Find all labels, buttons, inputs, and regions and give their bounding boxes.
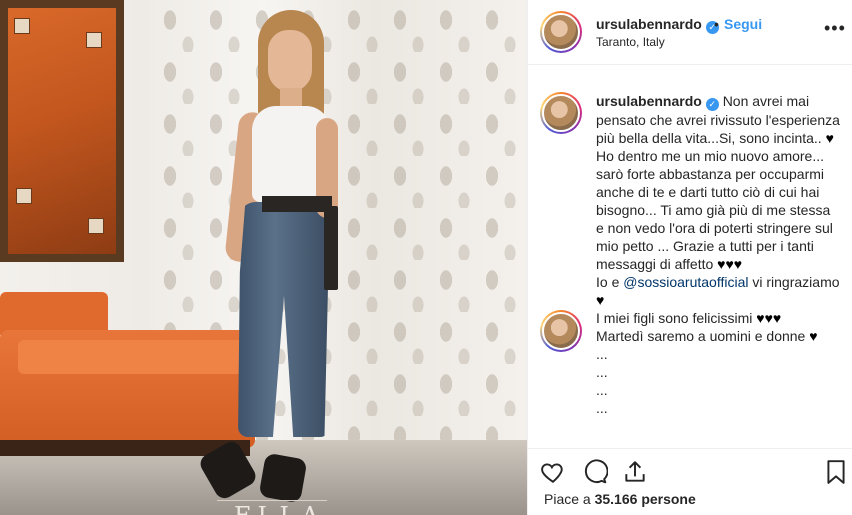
comments-section[interactable]: ursulabennardo ✓ Non avrei mai pensato ch… bbox=[528, 66, 852, 444]
caption-dots: ... bbox=[596, 364, 608, 380]
post-side-panel: ursulabennardo ✓ • Segui Taranto, Italy •… bbox=[527, 0, 852, 515]
bookmark-icon[interactable] bbox=[823, 459, 849, 485]
caption-dots: ... bbox=[596, 346, 608, 362]
caption-line3-prefix: Io e bbox=[596, 274, 620, 290]
heart-emoji: ♥ bbox=[825, 130, 834, 146]
hearts-emoji: ♥♥♥ bbox=[756, 310, 782, 326]
image-painting bbox=[0, 0, 124, 262]
hearts-emoji: ♥♥♥ bbox=[717, 256, 743, 272]
post-caption: ursulabennardo ✓ Non avrei mai pensato ch… bbox=[596, 92, 841, 417]
caption-line4: I miei figli sono felicissimi bbox=[596, 310, 753, 326]
mention-link[interactable]: @sossioarutaofficial bbox=[623, 274, 748, 290]
heart-icon[interactable] bbox=[540, 459, 566, 485]
likes-suffix[interactable]: persone bbox=[641, 491, 695, 507]
caption-line2: Ho dentro me un mio nuovo amore... sarò … bbox=[596, 148, 833, 272]
avatar[interactable] bbox=[540, 11, 582, 53]
likes-prefix: Piace a bbox=[544, 491, 591, 507]
separator-dot: • bbox=[714, 16, 719, 32]
caption-dots: ... bbox=[596, 382, 608, 398]
follow-button[interactable]: Segui bbox=[724, 16, 762, 32]
likes-count[interactable]: Piace a 35.166 persone bbox=[544, 491, 696, 507]
post-actions bbox=[528, 448, 852, 488]
heart-emoji: ♥ bbox=[596, 292, 605, 308]
verified-badge-icon: ✓ bbox=[705, 98, 719, 111]
post-header: ursulabennardo ✓ • Segui Taranto, Italy •… bbox=[528, 0, 852, 65]
likes-number[interactable]: 35.166 bbox=[595, 491, 638, 507]
caption-dots: ... bbox=[596, 400, 608, 416]
caption-line3-suffix: vi ringraziamo bbox=[752, 274, 840, 290]
comment-icon[interactable] bbox=[582, 459, 608, 485]
image-cover-text: ELLA bbox=[234, 502, 325, 515]
caption-avatar[interactable] bbox=[540, 92, 582, 134]
username-link[interactable]: ursulabennardo ✓ bbox=[596, 16, 719, 34]
caption-username[interactable]: ursulabennardo bbox=[596, 93, 702, 109]
heart-emoji: ♥ bbox=[809, 328, 818, 344]
more-options-icon[interactable]: ••• bbox=[824, 18, 846, 39]
comment-avatar[interactable] bbox=[540, 310, 582, 352]
location-link[interactable]: Taranto, Italy bbox=[596, 35, 665, 49]
share-icon[interactable] bbox=[622, 459, 648, 485]
post-image[interactable]: ELLA bbox=[0, 0, 527, 515]
caption-line5: Martedì saremo a uomini e donne bbox=[596, 328, 806, 344]
